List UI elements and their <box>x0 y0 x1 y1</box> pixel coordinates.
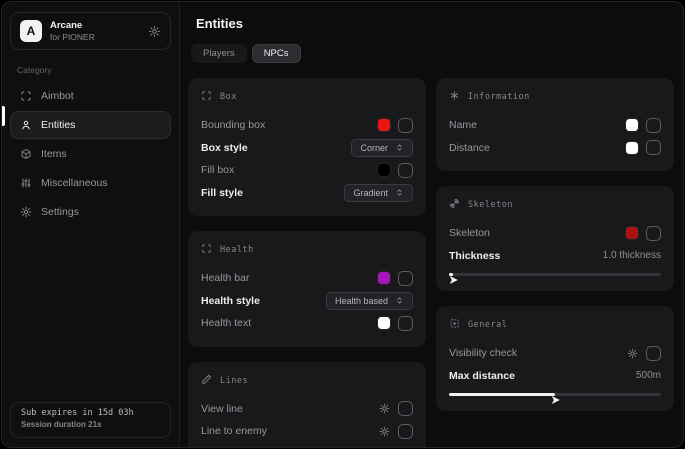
row-view-line: View line <box>201 398 413 421</box>
card-box: Box Bounding box Box style Corner <box>188 78 426 216</box>
thickness-value: 1.0 thickness <box>603 250 661 261</box>
dashed-box-icon <box>449 316 460 334</box>
color-swatch[interactable] <box>626 142 638 154</box>
active-nav-indicator <box>2 106 5 126</box>
sidebar-item-label: Miscellaneous <box>41 177 108 189</box>
tab-players[interactable]: Players <box>191 44 247 63</box>
sidebar-item-label: Items <box>41 148 67 160</box>
tab-npcs[interactable]: NPCs <box>252 44 301 63</box>
session-duration-text: Session duration 21s <box>21 420 160 429</box>
slider-handle[interactable] <box>450 271 458 289</box>
page-title: Entities <box>196 16 674 31</box>
name-checkbox[interactable] <box>646 118 661 133</box>
thickness-slider[interactable] <box>449 270 661 279</box>
card-header-label: Lines <box>220 376 248 386</box>
color-swatch[interactable] <box>378 272 390 284</box>
health-scan-icon <box>201 241 212 259</box>
crosshair-scan-icon <box>20 90 32 102</box>
tab-bar: Players NPCs <box>191 44 674 63</box>
card-lines: Lines View line Line to enemy <box>188 362 426 449</box>
row-bounding-box: Bounding box <box>201 114 413 137</box>
bounding-box-checkbox[interactable] <box>398 118 413 133</box>
left-column: Box Bounding box Box style Corner <box>188 78 426 448</box>
bone-icon <box>449 196 460 214</box>
brand-card: A Arcane for PIONER <box>10 12 171 50</box>
health-style-dropdown[interactable]: Health based <box>326 292 413 310</box>
card-health: Health Health bar Health style Health ba… <box>188 231 426 347</box>
card-skeleton: Skeleton Skeleton Thickness 1.0 thicknes… <box>436 186 674 291</box>
sidebar-item-items[interactable]: Items <box>10 140 171 168</box>
row-fill-style: Fill style Gradient <box>201 182 413 205</box>
row-thickness: Thickness 1.0 thickness <box>449 245 661 268</box>
card-header-label: Box <box>220 92 237 102</box>
max-distance-value: 500m <box>636 370 661 381</box>
row-max-distance: Max distance 500m <box>449 365 661 388</box>
line-to-enemy-checkbox[interactable] <box>398 424 413 439</box>
sidebar: A Arcane for PIONER Category Aimbot Enti… <box>2 2 180 447</box>
visibility-check-checkbox[interactable] <box>646 346 661 361</box>
sidebar-item-label: Aimbot <box>41 90 74 102</box>
row-health-bar: Health bar <box>201 267 413 290</box>
unfold-icon <box>395 143 404 152</box>
brand-title: Arcane <box>50 20 140 32</box>
row-visibility-check: Visibility check <box>449 342 661 365</box>
card-header-label: Skeleton <box>468 200 513 210</box>
fill-style-dropdown[interactable]: Gradient <box>344 184 413 202</box>
sidebar-item-label: Settings <box>41 206 79 218</box>
box-scan-icon <box>201 88 212 106</box>
sidebar-item-entities[interactable]: Entities <box>10 111 171 139</box>
row-name: Name <box>449 114 661 137</box>
sub-expiry-text: Sub expires in 15d 03h <box>21 408 160 418</box>
row-box-style: Box style Corner <box>201 137 413 160</box>
fill-box-checkbox[interactable] <box>398 163 413 178</box>
unfold-icon <box>395 296 404 305</box>
sidebar-item-settings[interactable]: Settings <box>10 198 171 226</box>
main-panel: Entities Players NPCs Box Bounding box <box>180 2 684 447</box>
color-swatch[interactable] <box>626 119 638 131</box>
card-header-label: Information <box>468 92 530 102</box>
settings-gear-icon[interactable] <box>148 25 161 38</box>
brand-logo: A <box>20 20 42 42</box>
gear-icon <box>20 206 32 218</box>
row-line-to-enemy: Line to enemy <box>201 420 413 443</box>
card-header-label: Health <box>220 245 254 255</box>
health-bar-checkbox[interactable] <box>398 271 413 286</box>
color-swatch[interactable] <box>378 164 390 176</box>
color-swatch[interactable] <box>378 317 390 329</box>
health-text-checkbox[interactable] <box>398 316 413 331</box>
pencil-icon <box>201 372 212 390</box>
sliders-icon <box>20 177 32 189</box>
sidebar-item-aimbot[interactable]: Aimbot <box>10 82 171 110</box>
subscription-info: Sub expires in 15d 03h Session duration … <box>10 402 171 438</box>
color-swatch[interactable] <box>626 227 638 239</box>
right-column: Information Name Distance <box>436 78 674 448</box>
box-style-dropdown[interactable]: Corner <box>351 139 413 157</box>
row-distance: Distance <box>449 137 661 160</box>
unfold-icon <box>395 188 404 197</box>
slider-handle[interactable] <box>552 391 560 409</box>
line-to-enemy-config-gear-icon[interactable] <box>379 426 390 437</box>
row-skeleton: Skeleton <box>449 222 661 245</box>
sidebar-item-label: Entities <box>41 119 75 131</box>
card-general: General Visibility check Max distance 50… <box>436 306 674 411</box>
package-icon <box>20 148 32 160</box>
row-health-text: Health text <box>201 312 413 335</box>
row-fill-box: Fill box <box>201 159 413 182</box>
max-distance-slider[interactable] <box>449 390 661 399</box>
view-line-checkbox[interactable] <box>398 401 413 416</box>
app-window: A Arcane for PIONER Category Aimbot Enti… <box>1 1 684 448</box>
sidebar-item-miscellaneous[interactable]: Miscellaneous <box>10 169 171 197</box>
card-information: Information Name Distance <box>436 78 674 171</box>
distance-checkbox[interactable] <box>646 140 661 155</box>
category-label: Category <box>17 65 171 75</box>
card-header-label: General <box>468 320 507 330</box>
user-icon <box>20 119 32 131</box>
color-swatch[interactable] <box>378 119 390 131</box>
asterisk-icon <box>449 88 460 106</box>
visibility-config-gear-icon[interactable] <box>627 348 638 359</box>
view-line-config-gear-icon[interactable] <box>379 403 390 414</box>
skeleton-checkbox[interactable] <box>646 226 661 241</box>
row-health-style: Health style Health based <box>201 290 413 313</box>
brand-subtitle: for PIONER <box>50 32 140 43</box>
